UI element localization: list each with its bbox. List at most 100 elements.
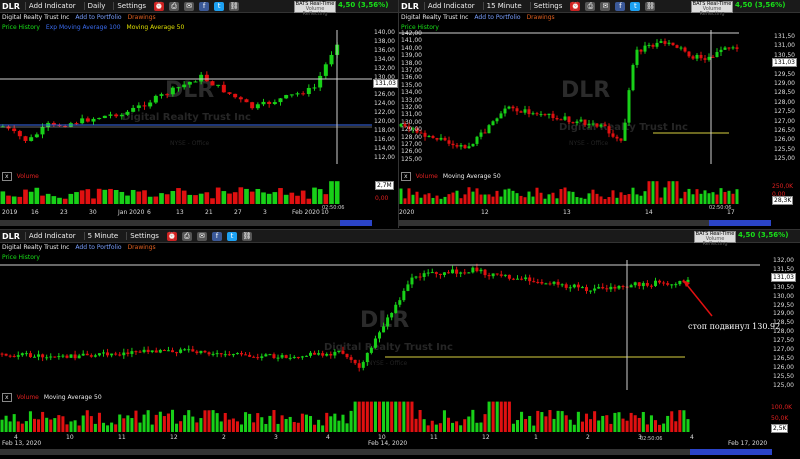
settings-button[interactable]: Settings — [529, 2, 566, 10]
email-icon[interactable]: ✉ — [196, 231, 207, 241]
volume-bar — [625, 420, 629, 432]
twitter-icon[interactable]: t — [630, 1, 641, 11]
volume-bar — [308, 416, 313, 432]
candle-body — [617, 285, 621, 289]
drawings-link[interactable]: Drawings — [527, 14, 555, 21]
drawings-link[interactable]: Drawings — [128, 14, 156, 21]
y-tick-label: 126,00 — [401, 148, 422, 156]
daily-chart-pane: DLR Add Indicator Daily Settings ⏰ ⎙ ✉ f… — [0, 0, 399, 228]
interval-select[interactable]: 5 Minute — [83, 232, 122, 240]
email-icon[interactable]: ✉ — [184, 1, 195, 11]
candle-body — [309, 352, 312, 356]
drawings-link[interactable]: Drawings — [128, 244, 156, 251]
scrollbar[interactable] — [0, 449, 772, 455]
volume-bar — [524, 419, 528, 432]
interval-select[interactable]: 15 Minute — [482, 2, 525, 10]
x-tick-label: 2 — [222, 434, 226, 441]
m15-volume-chart[interactable] — [399, 180, 739, 204]
candle-body — [418, 276, 422, 278]
volume-mid: 50,0K — [771, 415, 789, 422]
print-icon[interactable]: ⎙ — [585, 1, 596, 11]
m15-price-chart[interactable] — [399, 30, 739, 164]
print-icon[interactable]: ⎙ — [181, 231, 192, 241]
scrollbar[interactable] — [399, 220, 771, 226]
volume-bar — [79, 190, 85, 204]
volume-bar — [0, 419, 4, 432]
candle-body — [24, 353, 28, 355]
candle-body — [601, 287, 605, 289]
y-tick-label-right: 128,00 — [774, 98, 795, 106]
alarm-icon[interactable]: ⏰ — [154, 1, 165, 11]
volume-bar — [523, 197, 527, 204]
candle-body — [195, 351, 199, 354]
scrollbar[interactable] — [0, 220, 372, 226]
symbol-label[interactable]: DLR — [2, 2, 20, 11]
m5-volume-chart[interactable] — [0, 400, 760, 432]
candle-body — [53, 356, 57, 358]
symbol-label[interactable]: DLR — [2, 232, 20, 241]
m5-price-chart[interactable] — [0, 260, 760, 390]
volume-bar — [89, 416, 93, 432]
volume-bar — [599, 196, 603, 204]
volume-bar — [122, 418, 126, 432]
timestamp: 02:50:06 — [640, 436, 663, 442]
settings-button[interactable]: Settings — [113, 2, 149, 10]
volume-label[interactable]: Volume — [416, 173, 438, 180]
volume-ma-label[interactable]: Moving Average 50 — [443, 173, 501, 180]
link-icon[interactable]: ⛓ — [229, 1, 240, 11]
add-portfolio-link[interactable]: Add to Portfolio — [474, 14, 520, 21]
date-mid: Feb 14, 2020 — [368, 440, 408, 447]
add-portfolio-link[interactable]: Add to Portfolio — [75, 14, 121, 21]
volume-bar — [333, 413, 337, 432]
add-indicator-button[interactable]: Add Indicator — [423, 2, 478, 10]
volume-bar — [515, 420, 520, 432]
volume-bar — [727, 190, 731, 204]
alarm-icon[interactable]: ⏰ — [570, 1, 581, 11]
volume-bar — [487, 194, 491, 204]
x-tick-label: 4 — [326, 434, 330, 441]
facebook-icon[interactable]: f — [615, 1, 626, 11]
scroll-thumb[interactable] — [340, 220, 372, 226]
settings-button[interactable]: Settings — [126, 232, 162, 240]
volume-bar — [276, 423, 280, 432]
x-tick-label: 12 — [170, 434, 178, 441]
volume-bar — [136, 191, 142, 204]
candle-body — [33, 356, 36, 358]
daily-volume-chart[interactable] — [0, 180, 372, 204]
candle-body — [503, 108, 507, 114]
symbol-label[interactable]: DLR — [401, 2, 419, 11]
link-icon[interactable]: ⛓ — [645, 1, 656, 11]
candle-body — [548, 283, 552, 285]
candle-body — [80, 118, 85, 124]
volume-bar — [91, 198, 96, 204]
scroll-thumb[interactable] — [690, 449, 772, 455]
candle-body — [93, 355, 97, 357]
interval-select[interactable]: Daily — [83, 2, 109, 10]
price-change: 4,50 (3,56%) — [738, 231, 789, 239]
facebook-icon[interactable]: f — [199, 1, 210, 11]
volume-bar — [6, 195, 11, 204]
print-icon[interactable]: ⎙ — [169, 1, 180, 11]
link-icon[interactable]: ⛓ — [241, 231, 252, 241]
candle-body — [61, 355, 65, 357]
candle-body — [447, 140, 451, 144]
facebook-icon[interactable]: f — [211, 231, 222, 241]
scroll-thumb[interactable] — [709, 220, 771, 226]
twitter-icon[interactable]: t — [226, 231, 237, 241]
daily-price-chart[interactable] — [0, 30, 372, 164]
add-indicator-button[interactable]: Add Indicator — [24, 232, 79, 240]
email-icon[interactable]: ✉ — [600, 1, 611, 11]
x-tick-label: 13 — [176, 209, 184, 216]
candle-body — [272, 354, 276, 359]
candle-body — [583, 119, 587, 125]
volume-label[interactable]: Volume — [17, 173, 39, 180]
candle-body — [426, 272, 430, 274]
volume-bar — [659, 197, 663, 204]
candle-body — [306, 87, 311, 94]
alarm-icon[interactable]: ⏰ — [166, 231, 177, 241]
add-portfolio-link[interactable]: Add to Portfolio — [75, 244, 121, 251]
volume-bar — [248, 413, 252, 432]
twitter-icon[interactable]: t — [214, 1, 225, 11]
volume-bar — [232, 192, 238, 204]
add-indicator-button[interactable]: Add Indicator — [24, 2, 79, 10]
